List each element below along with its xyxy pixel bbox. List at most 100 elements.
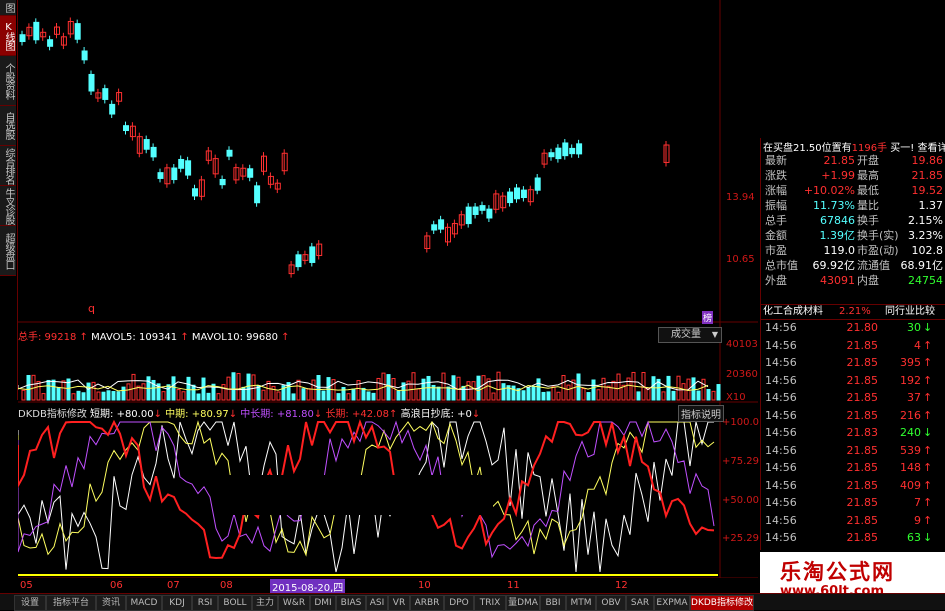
down-arrow-icon: ↓ bbox=[153, 409, 162, 420]
candle-body bbox=[150, 146, 157, 158]
quote-label: 外盘 bbox=[765, 274, 787, 287]
volume-bar bbox=[611, 380, 616, 401]
volume-bar bbox=[41, 393, 46, 401]
candle-body bbox=[555, 147, 562, 160]
chart-area bbox=[18, 0, 758, 578]
quote-label: 最低 bbox=[857, 184, 879, 197]
volume-bar bbox=[46, 379, 51, 401]
candle-body bbox=[534, 177, 541, 191]
volume-bar bbox=[246, 373, 251, 401]
volume-bar bbox=[566, 384, 571, 401]
up-arrow-icon: ↑ bbox=[923, 461, 933, 474]
quote-value: 102.8 bbox=[911, 244, 944, 257]
up-arrow-icon: ↑ bbox=[923, 496, 933, 509]
tick-row: 14:56 21.85 63 ↓ bbox=[763, 530, 943, 546]
volume-bar bbox=[221, 384, 226, 401]
volume-label-3: X10 bbox=[726, 392, 746, 403]
quote-value: 1.39亿 bbox=[819, 229, 856, 242]
tick-row: 14:56 21.85 4 ↑ bbox=[763, 338, 943, 354]
volume-bar bbox=[26, 374, 31, 401]
volume-bar bbox=[81, 392, 86, 401]
chevron-down-icon: ▼ bbox=[711, 330, 718, 339]
volume-bar bbox=[636, 391, 641, 401]
tick-row: 14:56 21.85 395 ↑ bbox=[763, 355, 943, 371]
candle-body bbox=[254, 185, 261, 204]
quote-row: 外盘 43091 内盘 24754 bbox=[763, 273, 943, 288]
volume-bar bbox=[71, 393, 76, 401]
down-arrow-icon: ↓ bbox=[313, 409, 323, 420]
sidebar-tab-3[interactable]: 自选股 bbox=[0, 106, 16, 146]
sidebar-tab-5[interactable]: 牛叉诊股 bbox=[0, 186, 16, 226]
tick-price: 21.85 bbox=[846, 513, 879, 527]
tick-row: 14:56 21.85 192 ↑ bbox=[763, 373, 943, 389]
x-label-10: 10 bbox=[418, 580, 431, 591]
volume-bar bbox=[436, 386, 441, 401]
candle-body bbox=[295, 254, 302, 268]
tick-volume: 30 bbox=[907, 321, 921, 334]
quote-panel: 在买盘21.50位置有1196手 买一! 查看详细 最新21.85开盘19.86… bbox=[760, 138, 945, 550]
volume-bar bbox=[426, 375, 431, 401]
quote-label: 涨幅 bbox=[765, 184, 787, 197]
x-label-07: 07 bbox=[167, 580, 180, 591]
candle-body bbox=[74, 23, 81, 40]
tick-volume: 409 bbox=[900, 478, 921, 492]
candle-body bbox=[576, 143, 583, 155]
down-arrow-icon: ↓ bbox=[228, 409, 238, 420]
sidebar-tab-0[interactable]: 图 bbox=[0, 0, 16, 16]
volume-bar bbox=[466, 381, 471, 401]
volume-bar bbox=[171, 376, 176, 401]
volume-type-dropdown[interactable]: 成交量 ▼ bbox=[658, 327, 722, 343]
quote-value: 43091 bbox=[820, 274, 855, 287]
volume-bar bbox=[716, 384, 721, 401]
volume-bar bbox=[126, 383, 131, 401]
up-arrow-icon: ↑ bbox=[923, 443, 933, 457]
watermark-title: 乐淘公式网 bbox=[780, 560, 895, 584]
tick-volume: 192 bbox=[900, 373, 921, 387]
volume-bar bbox=[596, 389, 601, 401]
quote-value: 119.0 bbox=[823, 244, 856, 257]
industry-compare-link[interactable]: 同行业比较 bbox=[885, 305, 935, 319]
indicator-help-button[interactable]: 指标说明 bbox=[678, 405, 724, 422]
indicator-label-75: +75.29 bbox=[722, 456, 760, 467]
down-arrow-icon: ↓ bbox=[923, 426, 933, 439]
up-arrow-icon: ↑ bbox=[923, 338, 933, 352]
candle-body bbox=[562, 142, 569, 157]
quote-row: 振幅 11.73% 量比 1.37 bbox=[763, 198, 943, 213]
tick-row: 14:56 21.85 37 ↑ bbox=[763, 390, 943, 406]
volume-bar bbox=[121, 386, 126, 401]
sidebar-tab-1[interactable]: K线图 bbox=[0, 16, 16, 56]
volume-bar bbox=[586, 392, 591, 401]
volume-bar bbox=[691, 377, 696, 401]
up-arrow-icon: ↑ bbox=[923, 513, 933, 527]
candle-body bbox=[486, 208, 493, 219]
zongshou-label: 总手: 99218 bbox=[18, 332, 77, 343]
volume-bar bbox=[396, 390, 401, 401]
sidebar-tab-2[interactable]: 个股资料 bbox=[0, 56, 16, 106]
tick-row: 14:56 21.85 7 ↑ bbox=[763, 495, 943, 511]
volume-bar bbox=[336, 393, 341, 401]
mid-term-value: 中期: +80.97 bbox=[165, 409, 229, 420]
volume-bar bbox=[531, 386, 536, 401]
sidebar-tab-4[interactable]: 综合排名 bbox=[0, 146, 16, 186]
candle-body bbox=[81, 50, 88, 61]
volume-bar bbox=[591, 379, 596, 401]
tick-price: 21.85 bbox=[846, 496, 879, 509]
sidebar-tab-6[interactable]: 超级盘口 bbox=[0, 226, 16, 276]
x-highlight-date: 2015-08-20,四 bbox=[270, 579, 346, 594]
short-term-value: 短期: +80.00 bbox=[90, 409, 154, 420]
quote-value: +1.99 bbox=[821, 169, 855, 182]
industry-row[interactable]: 化工合成材料 2.21% 同行业比较 bbox=[761, 304, 945, 320]
volume-bar bbox=[366, 391, 371, 401]
up-arrow-icon: ↑ bbox=[923, 391, 933, 404]
volume-bar bbox=[251, 374, 256, 401]
indicator-label-100: +100.0 bbox=[722, 417, 760, 428]
kline-badge[interactable]: 榜 bbox=[702, 311, 714, 324]
quote-value: 68.91亿 bbox=[900, 259, 944, 272]
candle-body bbox=[465, 206, 472, 225]
indicator-name: DKDB指标修改 bbox=[18, 409, 87, 420]
volume-bar bbox=[21, 389, 26, 401]
price-label-1: 13.94 bbox=[726, 192, 755, 203]
candle-body bbox=[143, 139, 150, 150]
price-label-2: 10.65 bbox=[726, 254, 755, 265]
mavol5-label: MAVOL5: 109341 bbox=[91, 332, 178, 343]
